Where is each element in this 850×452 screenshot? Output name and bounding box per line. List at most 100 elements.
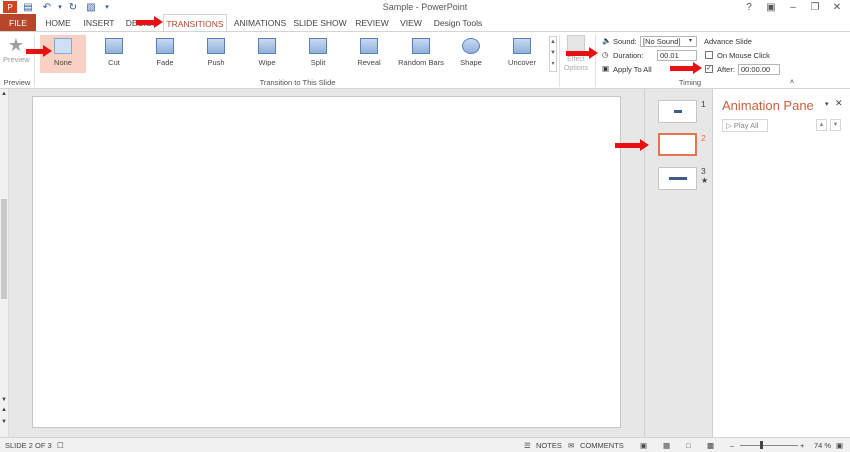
slide-canvas[interactable]	[32, 96, 621, 428]
ribbon-display-icon[interactable]: ▣	[760, 0, 782, 14]
transition-reveal[interactable]: Reveal	[346, 35, 392, 73]
zoom-thumb[interactable]	[760, 441, 763, 449]
split-transition-icon	[309, 38, 327, 54]
tab-design-tools[interactable]: Design Tools	[431, 14, 485, 32]
slide-sorter-icon[interactable]: ▦	[663, 441, 670, 450]
none-transition-icon	[54, 38, 72, 54]
scroll-thumb[interactable]	[1, 199, 7, 299]
fit-slide-icon[interactable]: ▣	[836, 441, 843, 450]
after-field[interactable]: 00:00.00	[738, 64, 780, 75]
slide-thumbnail-1[interactable]	[658, 100, 697, 123]
ribbon-tabs: FILE HOME INSERT DESIGN TRANSITIONS ANIM…	[0, 14, 850, 32]
transition-label: Split	[310, 58, 326, 67]
slide-number: 1	[701, 99, 706, 109]
zoom-in-icon[interactable]: +	[800, 441, 804, 450]
gallery-scroll[interactable]: ▲ ▼ ▾	[549, 36, 557, 72]
transition-label: Random Bars	[398, 58, 444, 67]
tab-transitions[interactable]: TRANSITIONS	[163, 14, 227, 32]
slide-number: 3	[701, 166, 706, 176]
slide-thumbnail-2[interactable]	[658, 133, 697, 156]
zoom-slider[interactable]	[740, 445, 798, 446]
annotation-arrow-slide-2	[615, 139, 649, 151]
push-transition-icon	[207, 38, 225, 54]
on-mouse-click-checkbox[interactable]	[705, 51, 713, 59]
fade-transition-icon	[156, 38, 174, 54]
transition-group-label: Transition to This Slide	[259, 78, 336, 87]
clock-icon: ◷	[602, 50, 609, 59]
random-bars-transition-icon	[412, 38, 430, 54]
cut-transition-icon	[105, 38, 123, 54]
window-title: Sample - PowerPoint	[382, 2, 468, 12]
advance-slide-title: Advance Slide	[704, 37, 752, 46]
slide-number: 2	[701, 133, 706, 143]
tab-view[interactable]: VIEW	[397, 14, 425, 32]
transition-shape[interactable]: Shape	[448, 35, 494, 73]
move-up-icon[interactable]: ▲	[816, 119, 827, 131]
transition-split[interactable]: Split	[295, 35, 341, 73]
slide-thumbnail-3[interactable]	[658, 167, 697, 190]
close-icon[interactable]: ✕	[826, 0, 848, 14]
move-down-icon[interactable]: ▼	[830, 119, 841, 131]
minimize-icon[interactable]: –	[782, 0, 804, 14]
slide-show-icon[interactable]: ▩	[707, 441, 714, 450]
help-icon[interactable]: ?	[738, 0, 760, 14]
zoom-out-icon[interactable]: –	[730, 441, 734, 450]
previous-slide-icon[interactable]: ▲	[1, 407, 7, 413]
tab-slide-show[interactable]: SLIDE SHOW	[293, 14, 347, 32]
transition-push[interactable]: Push	[193, 35, 239, 73]
duration-label: Duration:	[613, 51, 644, 60]
sound-icon: 🔈	[602, 36, 612, 45]
tab-file[interactable]: FILE	[0, 14, 36, 32]
scroll-down-icon[interactable]: ▼	[1, 397, 7, 403]
transition-random-bars[interactable]: Random Bars	[392, 35, 450, 73]
thumbnail-content	[674, 110, 682, 113]
play-all-button[interactable]: ▷ Play All	[722, 119, 768, 132]
transition-label: Fade	[156, 58, 174, 67]
vertical-scrollbar[interactable]: ▲ ▼ ▲ ▼	[0, 89, 9, 437]
wipe-transition-icon	[258, 38, 276, 54]
sound-dropdown-icon[interactable]: ▾	[689, 37, 692, 44]
normal-view-icon[interactable]: ▣	[640, 441, 647, 450]
group-separator	[595, 35, 596, 87]
collapse-ribbon-icon[interactable]: ˄	[790, 79, 794, 86]
preview-group-label: Preview	[3, 78, 31, 87]
uncover-transition-icon	[513, 38, 531, 54]
notes-button[interactable]: NOTES	[536, 441, 562, 450]
zoom-level[interactable]: 74 %	[814, 441, 831, 450]
status-bar: SLIDE 2 OF 3 ☐ ☰ NOTES ✉ COMMENTS ▣ ▦ □ …	[0, 437, 850, 452]
scroll-up-icon[interactable]: ▲	[1, 91, 7, 97]
play-all-label: Play All	[733, 121, 759, 130]
transition-cut[interactable]: Cut	[91, 35, 137, 73]
reading-view-icon[interactable]: □	[686, 441, 691, 450]
timing-group-label: Timing	[678, 78, 702, 87]
tab-review[interactable]: REVIEW	[351, 14, 393, 32]
animation-pane: Animation Pane ▾ ✕ ▷ Play All ▲ ▼	[712, 89, 850, 437]
transitions-ribbon: ★ Preview Preview None Cut Fade Push Wip…	[0, 31, 850, 89]
transition-label: Wipe	[258, 58, 276, 67]
play-icon: ▷	[726, 121, 734, 130]
comments-icon: ✉	[568, 441, 575, 450]
after-checkbox[interactable]: ✓	[705, 65, 713, 73]
comments-button[interactable]: COMMENTS	[580, 441, 624, 450]
tab-home[interactable]: HOME	[40, 14, 76, 32]
tab-animations[interactable]: ANIMATIONS	[231, 14, 289, 32]
close-pane-icon[interactable]: ✕	[835, 98, 843, 109]
reveal-transition-icon	[360, 38, 378, 54]
transition-fade[interactable]: Fade	[142, 35, 188, 73]
transition-label: Reveal	[357, 58, 381, 67]
next-slide-icon[interactable]: ▼	[1, 419, 7, 425]
restore-icon[interactable]: ❐	[804, 0, 826, 14]
transition-uncover[interactable]: Uncover	[499, 35, 545, 73]
transition-label: Shape	[460, 58, 482, 67]
duration-field[interactable]: 00.01	[657, 50, 697, 61]
spell-check-icon[interactable]: ☐	[57, 441, 64, 450]
annotation-arrow-duration	[566, 47, 598, 59]
pane-options-icon[interactable]: ▾	[825, 100, 829, 108]
slide-counter: SLIDE 2 OF 3	[5, 441, 52, 450]
apply-to-all-button[interactable]: Apply To All	[613, 65, 652, 74]
after-label: After:	[717, 65, 735, 74]
tab-insert[interactable]: INSERT	[80, 14, 118, 32]
slide-editor	[9, 89, 644, 437]
transition-wipe[interactable]: Wipe	[244, 35, 290, 73]
annotation-arrow-after	[670, 62, 702, 74]
